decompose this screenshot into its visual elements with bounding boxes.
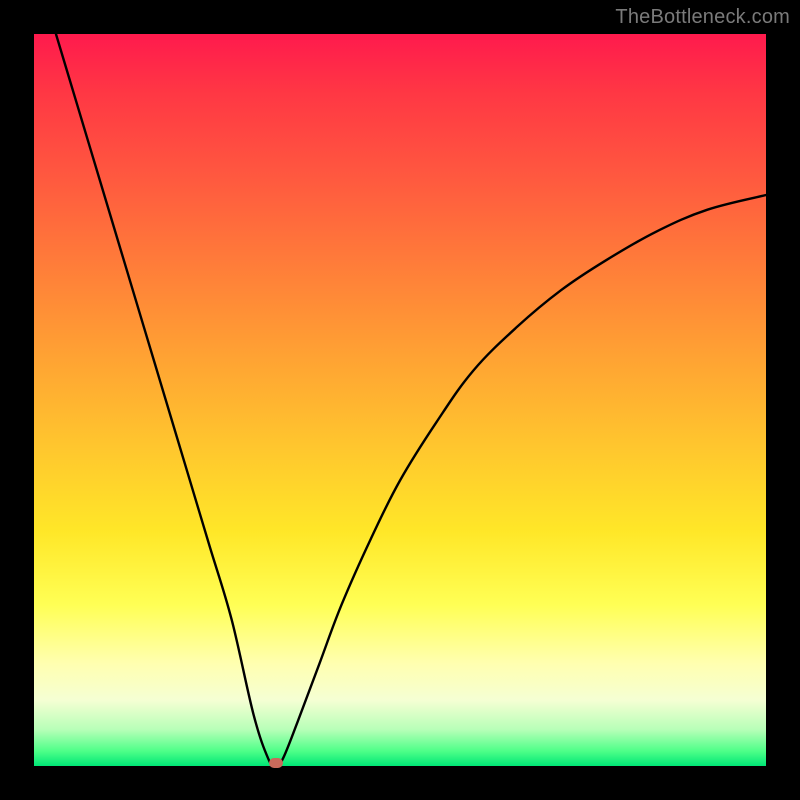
bottleneck-curve — [34, 34, 766, 766]
plot-area — [34, 34, 766, 766]
minimum-marker — [269, 758, 283, 768]
watermark-text: TheBottleneck.com — [615, 6, 790, 29]
chart-frame: TheBottleneck.com — [0, 0, 800, 800]
